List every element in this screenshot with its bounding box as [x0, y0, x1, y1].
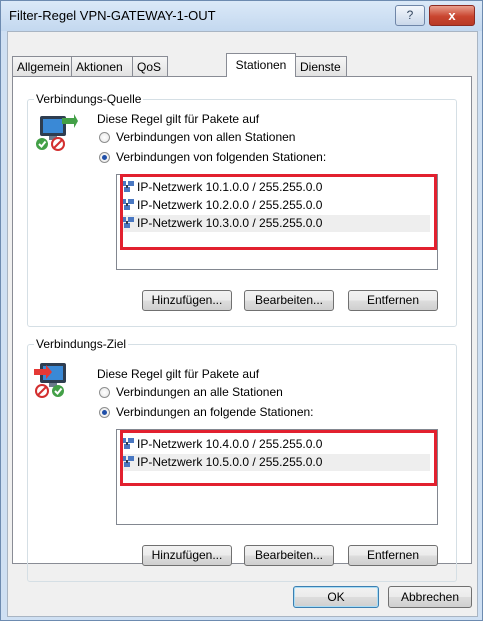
tab-stationen[interactable]: Stationen: [226, 53, 296, 77]
source-group: Verbindungs-Quelle Diese Regel gilt für …: [27, 92, 457, 327]
destination-remove-button[interactable]: Entfernen: [348, 545, 438, 566]
destination-add-button[interactable]: Hinzufügen...: [142, 545, 232, 566]
dialog-window: Filter-Regel VPN-GATEWAY-1-OUT ? x Allge…: [0, 0, 483, 621]
ok-button[interactable]: OK: [293, 586, 379, 608]
destination-group-label: Verbindungs-Ziel: [34, 337, 129, 351]
source-description: Diese Regel gilt für Pakete auf: [97, 112, 260, 126]
destination-description: Diese Regel gilt für Pakete auf: [97, 367, 260, 381]
tab-qos[interactable]: QoS: [132, 56, 168, 76]
dialog-client: Allgemein Aktionen QoS Stationen Dienste…: [7, 31, 478, 617]
destination-edit-button[interactable]: Bearbeiten...: [244, 545, 334, 566]
close-button[interactable]: x: [429, 5, 475, 26]
destination-radio-all[interactable]: [99, 387, 110, 398]
source-radio-all[interactable]: [99, 132, 110, 143]
source-option-following-label[interactable]: Verbindungen von folgenden Stationen:: [116, 150, 326, 164]
tab-dienste[interactable]: Dienste: [295, 56, 347, 76]
tab-strip: Allgemein Aktionen QoS Stationen Dienste: [8, 32, 477, 82]
cancel-button[interactable]: Abbrechen: [388, 586, 472, 608]
source-radio-following[interactable]: [99, 152, 110, 163]
source-edit-button[interactable]: Bearbeiten...: [244, 290, 334, 311]
destination-radio-following[interactable]: [99, 407, 110, 418]
window-title: Filter-Regel VPN-GATEWAY-1-OUT: [9, 8, 216, 23]
source-option-all-label[interactable]: Verbindungen von allen Stationen: [116, 130, 295, 144]
network-source-icon: [34, 112, 78, 152]
title-bar[interactable]: Filter-Regel VPN-GATEWAY-1-OUT ? x: [1, 1, 482, 31]
tab-allgemein[interactable]: Allgemein: [12, 56, 72, 76]
destination-group: Verbindungs-Ziel Diese Regel gilt für Pa…: [27, 337, 457, 582]
destination-option-following-label[interactable]: Verbindungen an folgende Stationen:: [116, 405, 314, 419]
network-destination-icon: [34, 359, 78, 399]
source-group-label: Verbindungs-Quelle: [34, 92, 144, 106]
tab-aktionen[interactable]: Aktionen: [71, 56, 133, 76]
source-highlight-box: [120, 174, 437, 250]
stationen-panel: Verbindungs-Quelle Diese Regel gilt für …: [12, 76, 472, 582]
help-button[interactable]: ?: [395, 5, 425, 26]
source-remove-button[interactable]: Entfernen: [348, 290, 438, 311]
destination-option-all-label[interactable]: Verbindungen an alle Stationen: [116, 385, 283, 399]
source-add-button[interactable]: Hinzufügen...: [142, 290, 232, 311]
destination-highlight-box: [120, 430, 437, 486]
